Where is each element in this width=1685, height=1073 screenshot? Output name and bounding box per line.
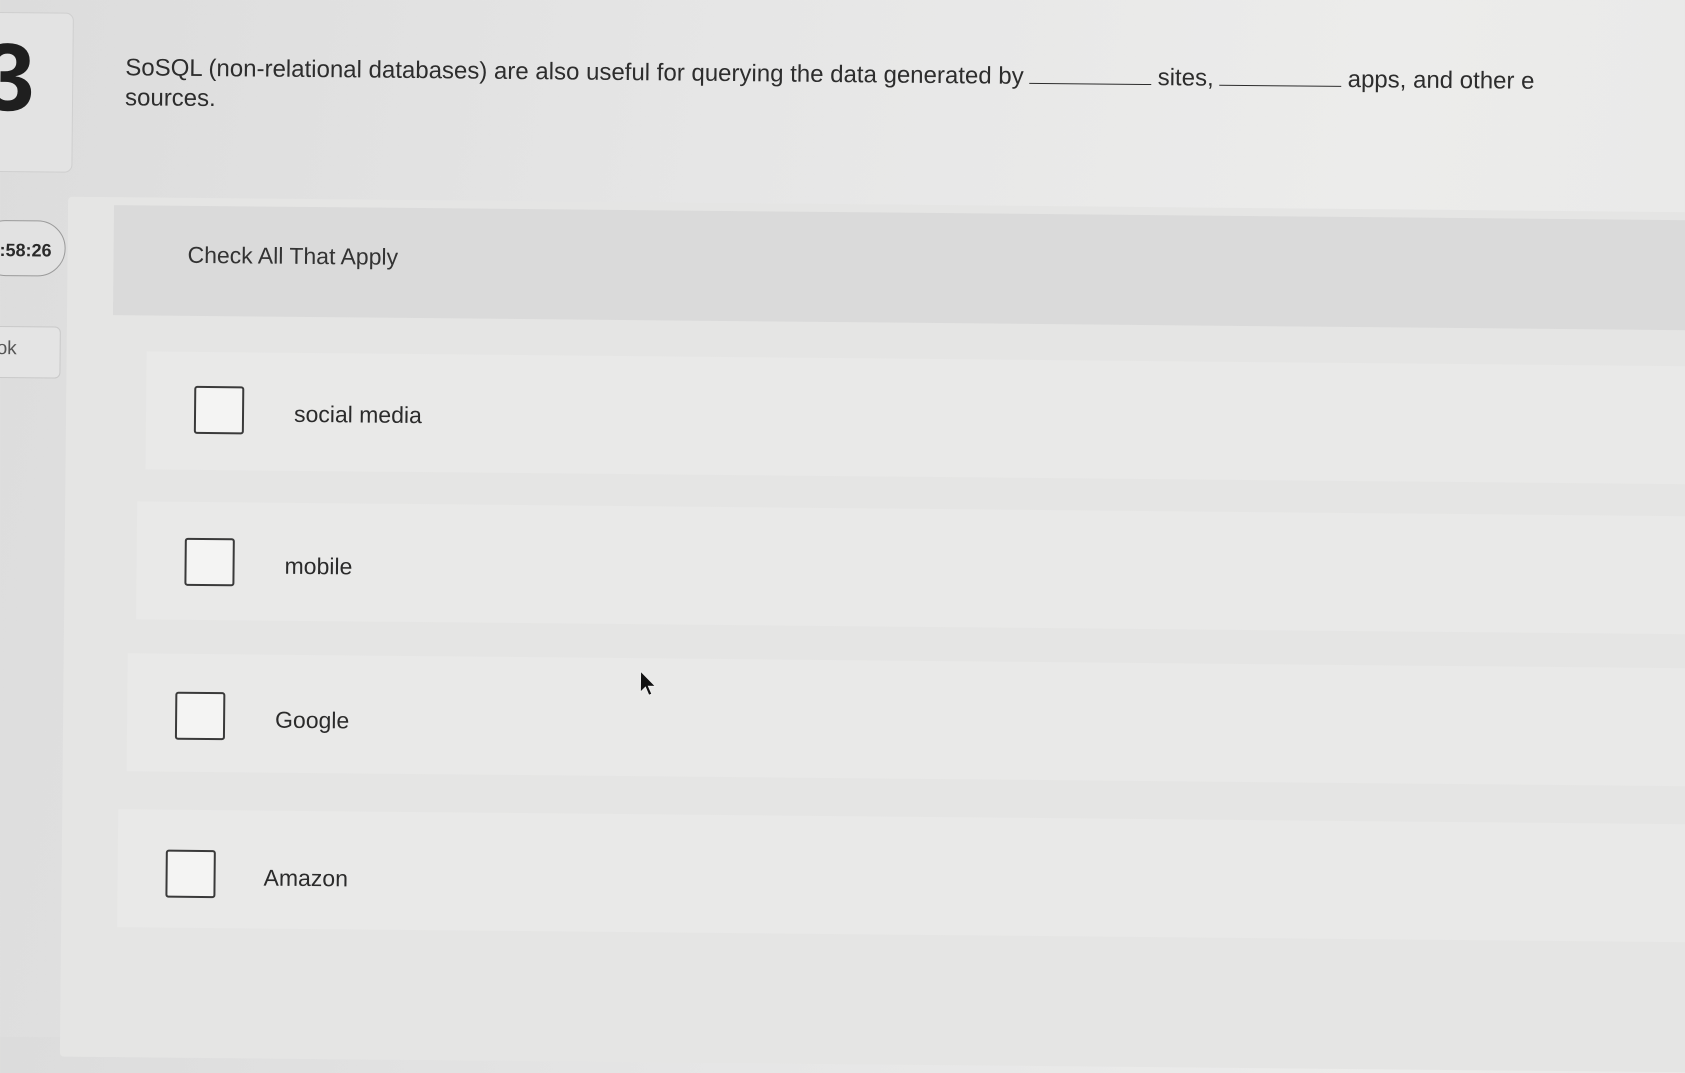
blank-1 bbox=[1029, 82, 1152, 86]
answer-panel bbox=[59, 196, 1685, 1073]
blank-2 bbox=[1219, 84, 1342, 87]
question-text-part1: SoSQL (non-relational databases) are als… bbox=[125, 54, 1024, 90]
option-label-amazon: Amazon bbox=[263, 864, 349, 892]
question-number: 3 bbox=[0, 23, 36, 132]
option-label-mobile: mobile bbox=[284, 552, 353, 580]
option-mobile[interactable] bbox=[136, 501, 1685, 635]
checkbox-amazon[interactable] bbox=[165, 849, 216, 899]
question-text-part2: sites, bbox=[1157, 64, 1214, 92]
option-label-social-media: social media bbox=[293, 400, 423, 429]
question-text-part3: apps, and other e bbox=[1347, 65, 1535, 95]
checkbox-mobile[interactable] bbox=[184, 537, 235, 587]
ebook-button-label: ok bbox=[0, 337, 17, 360]
checkbox-social-media[interactable] bbox=[193, 385, 245, 435]
question-text: SoSQL (non-relational databases) are als… bbox=[125, 53, 1685, 128]
question-text-part4: sources. bbox=[124, 84, 216, 113]
checkbox-google[interactable] bbox=[174, 691, 226, 741]
timer-text: :58:26 bbox=[0, 240, 52, 261]
option-amazon[interactable] bbox=[117, 809, 1685, 943]
instruction-text: Check All That Apply bbox=[187, 241, 399, 270]
quiz-screen: 3 :58:26 ok SoSQL (non-relational databa… bbox=[0, 0, 1685, 1073]
option-google[interactable] bbox=[126, 653, 1685, 787]
mouse-pointer-icon bbox=[639, 670, 657, 696]
option-label-google: Google bbox=[274, 706, 350, 734]
